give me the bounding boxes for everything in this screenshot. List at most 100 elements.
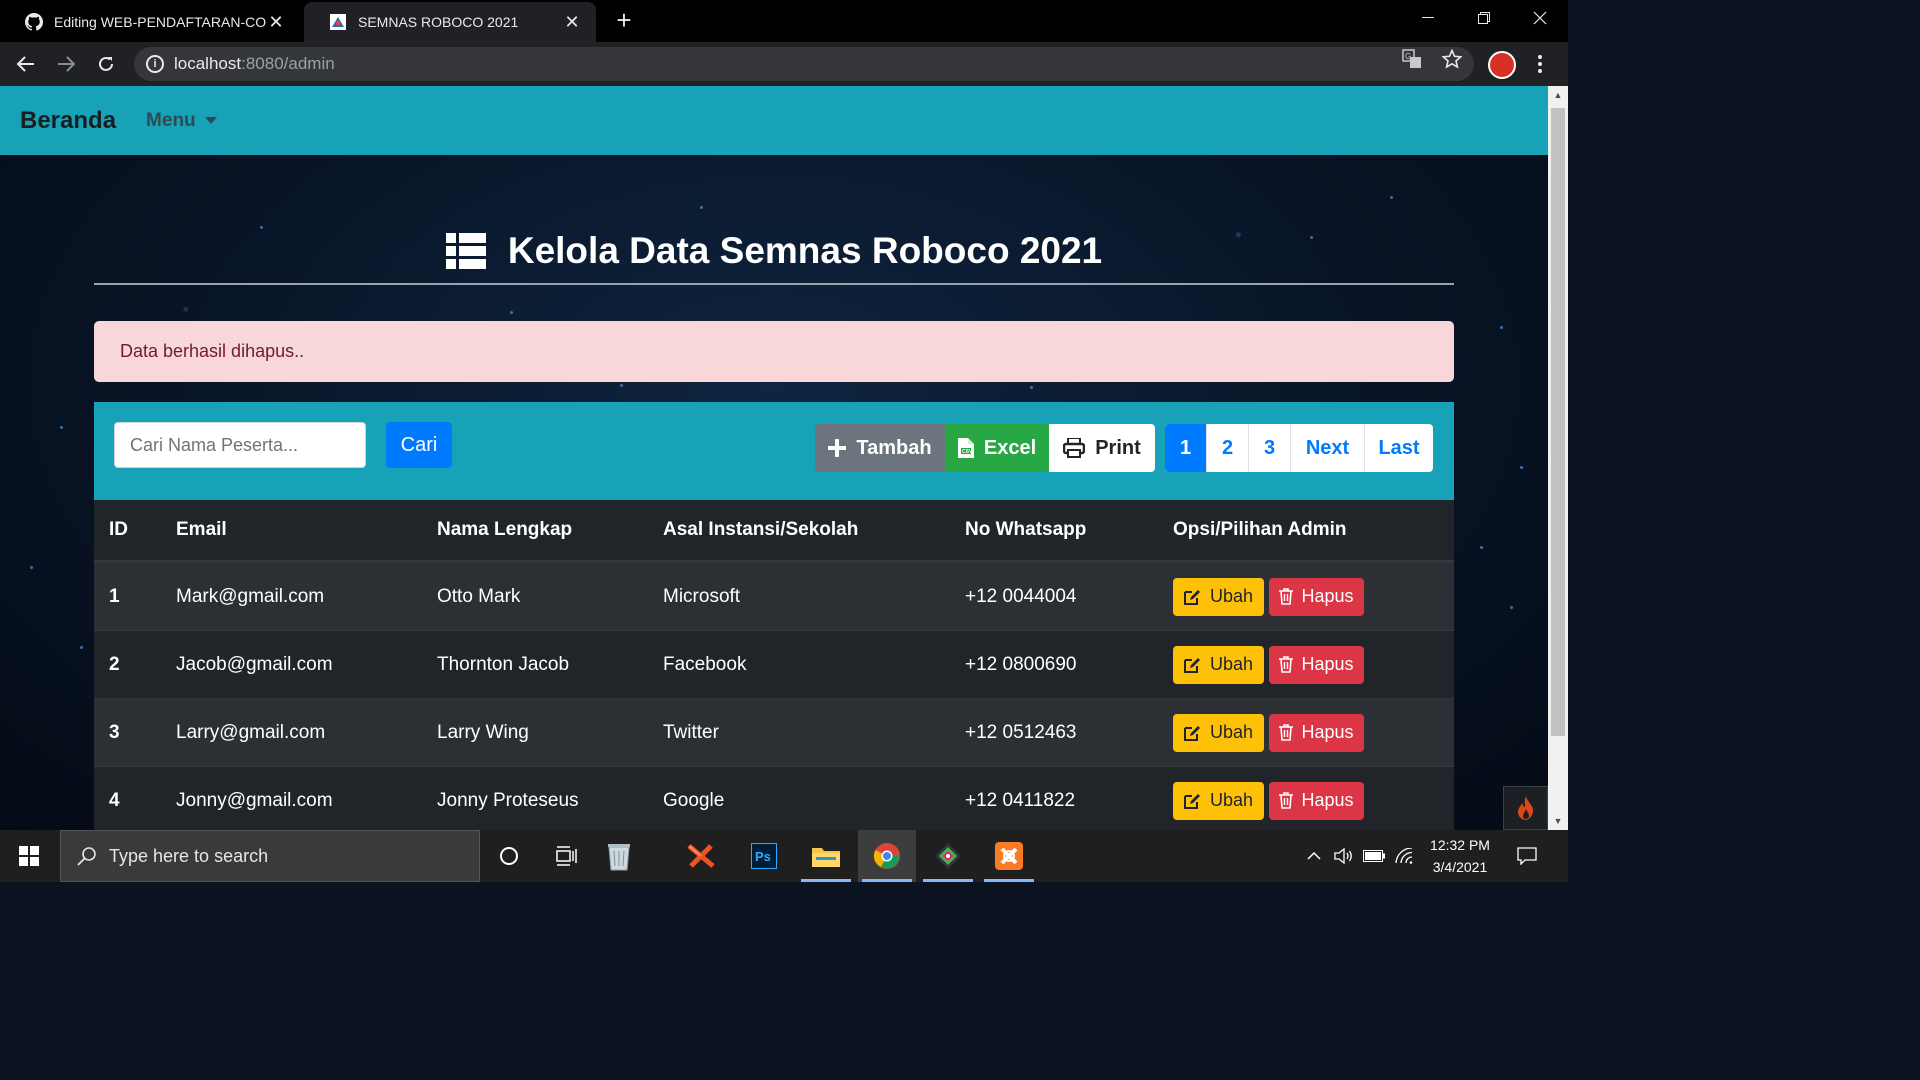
chrome-icon[interactable] [858, 830, 916, 882]
cell-email: Jonny@gmail.com [176, 789, 333, 811]
edit-button[interactable]: Ubah [1173, 577, 1264, 616]
page-scrollbar[interactable]: ▲ ▼ [1548, 86, 1568, 830]
trash-icon [1279, 588, 1294, 605]
pagination: 1 2 3 Next Last [1165, 424, 1433, 472]
add-button[interactable]: Tambah [815, 424, 945, 472]
forward-icon[interactable] [52, 50, 80, 78]
windows-taskbar: Type here to search Ps 12:32 PM 3/4/2021 [0, 830, 1568, 882]
delete-label: Hapus [1301, 722, 1354, 742]
tab-close-icon[interactable]: ✕ [266, 12, 286, 32]
add-button-label: Tambah [856, 436, 932, 459]
xampp-x-icon[interactable] [672, 830, 730, 882]
more-menu-icon[interactable] [1530, 50, 1550, 78]
scrollbar-thumb[interactable] [1551, 108, 1565, 736]
address-bar[interactable]: i localhost :8080/admin [134, 47, 1474, 81]
page-1-link[interactable]: 1 [1165, 424, 1207, 472]
col-header-instansi: Asal Instansi/Sekolah [663, 519, 859, 540]
tab-semnas-roboco[interactable]: SEMNAS ROBOCO 2021 ✕ [304, 2, 596, 42]
translate-icon[interactable]: G [1400, 47, 1424, 71]
window-close-icon[interactable] [1512, 0, 1568, 36]
notification-center-icon[interactable] [1510, 830, 1544, 882]
cell-instansi: Google [663, 789, 725, 811]
restore-icon[interactable] [1456, 0, 1512, 36]
tab-close-icon[interactable]: ✕ [562, 12, 582, 32]
edit-icon [1183, 589, 1202, 605]
browser-toolbar: i localhost :8080/admin G [0, 42, 1568, 86]
svg-text:G: G [1405, 52, 1411, 61]
xampp-control-icon[interactable] [980, 830, 1038, 882]
photoshop-icon[interactable]: Ps [735, 830, 793, 882]
trash-icon [1279, 724, 1294, 741]
search-button[interactable]: Cari [386, 422, 452, 468]
search-input[interactable] [114, 422, 366, 468]
csv-file-icon: CSV [957, 438, 974, 458]
svg-text:Ps: Ps [755, 849, 771, 864]
delete-button[interactable]: Hapus [1269, 645, 1364, 684]
page-title-text: Kelola Data Semnas Roboco 2021 [507, 230, 1103, 271]
scroll-down-icon[interactable]: ▼ [1548, 812, 1568, 830]
print-button[interactable]: Print [1049, 424, 1155, 472]
new-tab-button[interactable]: + [610, 5, 638, 35]
nav-brand-beranda[interactable]: Beranda [20, 107, 116, 135]
table-row: 2 Jacob@gmail.com Thornton Jacob Faceboo… [94, 630, 1454, 698]
col-header-options: Opsi/Pilihan Admin [1173, 519, 1347, 540]
cell-options: Ubah Hapus [1158, 645, 1454, 684]
cell-whatsapp: +12 0800690 [965, 653, 1077, 675]
gitkraken-icon[interactable] [919, 830, 977, 882]
edit-button[interactable]: Ubah [1173, 645, 1264, 684]
edit-button[interactable]: Ubah [1173, 713, 1264, 752]
trash-icon [1279, 656, 1294, 673]
cell-whatsapp: +12 0044004 [965, 585, 1077, 607]
delete-button[interactable]: Hapus [1269, 577, 1364, 616]
battery-icon[interactable] [1360, 830, 1388, 882]
bookmark-star-icon[interactable] [1440, 47, 1464, 71]
wifi-icon[interactable] [1390, 830, 1418, 882]
edit-label: Ubah [1209, 722, 1254, 742]
tray-chevron-up-icon[interactable] [1300, 830, 1328, 882]
delete-label: Hapus [1301, 586, 1354, 606]
page-last-link[interactable]: Last [1365, 424, 1433, 472]
page-viewport: Beranda Menu Kelola Data Semnas Roboco 2… [0, 86, 1548, 830]
cortana-icon[interactable] [480, 830, 538, 882]
cell-email: Larry@gmail.com [176, 721, 326, 743]
page-3-link[interactable]: 3 [1249, 424, 1291, 472]
minimize-icon[interactable] [1400, 0, 1456, 36]
nav-menu-dropdown[interactable]: Menu [146, 110, 217, 132]
nav-menu-label: Menu [146, 109, 196, 131]
page-next-link[interactable]: Next [1291, 424, 1365, 472]
edit-icon [1183, 793, 1202, 809]
volume-icon[interactable] [1330, 830, 1358, 882]
clock-time: 12:32 PM [1430, 837, 1490, 853]
cell-id: 1 [109, 585, 120, 607]
url-host: localhost [174, 54, 242, 73]
taskbar-clock[interactable]: 12:32 PM 3/4/2021 [1420, 834, 1500, 878]
controls-panel: Cari Tambah CSV Excel Print 1 2 3 Next L… [94, 402, 1454, 500]
windows-start-icon[interactable] [0, 830, 58, 882]
delete-button[interactable]: Hapus [1269, 713, 1364, 752]
svg-text:CSV: CSV [962, 449, 973, 455]
tab-github-editing[interactable]: Editing WEB-PENDAFTARAN-CO ✕ [0, 2, 300, 42]
cell-nama: Thornton Jacob [437, 653, 570, 675]
profile-avatar[interactable] [1488, 51, 1516, 79]
task-view-icon[interactable] [538, 830, 596, 882]
site-info-icon[interactable]: i [146, 55, 164, 73]
scroll-up-icon[interactable]: ▲ [1548, 86, 1568, 104]
tab-title: SEMNAS ROBOCO 2021 [358, 14, 519, 30]
page-title: Kelola Data Semnas Roboco 2021 [94, 216, 1454, 286]
file-explorer-icon[interactable] [797, 830, 855, 882]
taskbar-search-placeholder: Type here to search [109, 845, 269, 866]
plus-icon [828, 439, 847, 457]
print-button-label: Print [1095, 436, 1141, 459]
reload-icon[interactable] [92, 50, 120, 78]
recycle-bin-icon[interactable] [590, 830, 648, 882]
delete-button[interactable]: Hapus [1269, 781, 1364, 820]
taskbar-search-box[interactable]: Type here to search [60, 830, 480, 882]
back-icon[interactable] [12, 50, 40, 78]
printer-icon [1063, 438, 1086, 458]
excel-export-button[interactable]: CSV Excel [945, 424, 1049, 472]
page-2-link[interactable]: 2 [1207, 424, 1249, 472]
cell-whatsapp: +12 0411822 [965, 789, 1076, 811]
debug-toolbar-flame-icon[interactable] [1503, 786, 1548, 830]
col-header-id: ID [109, 519, 128, 540]
edit-button[interactable]: Ubah [1173, 781, 1264, 820]
